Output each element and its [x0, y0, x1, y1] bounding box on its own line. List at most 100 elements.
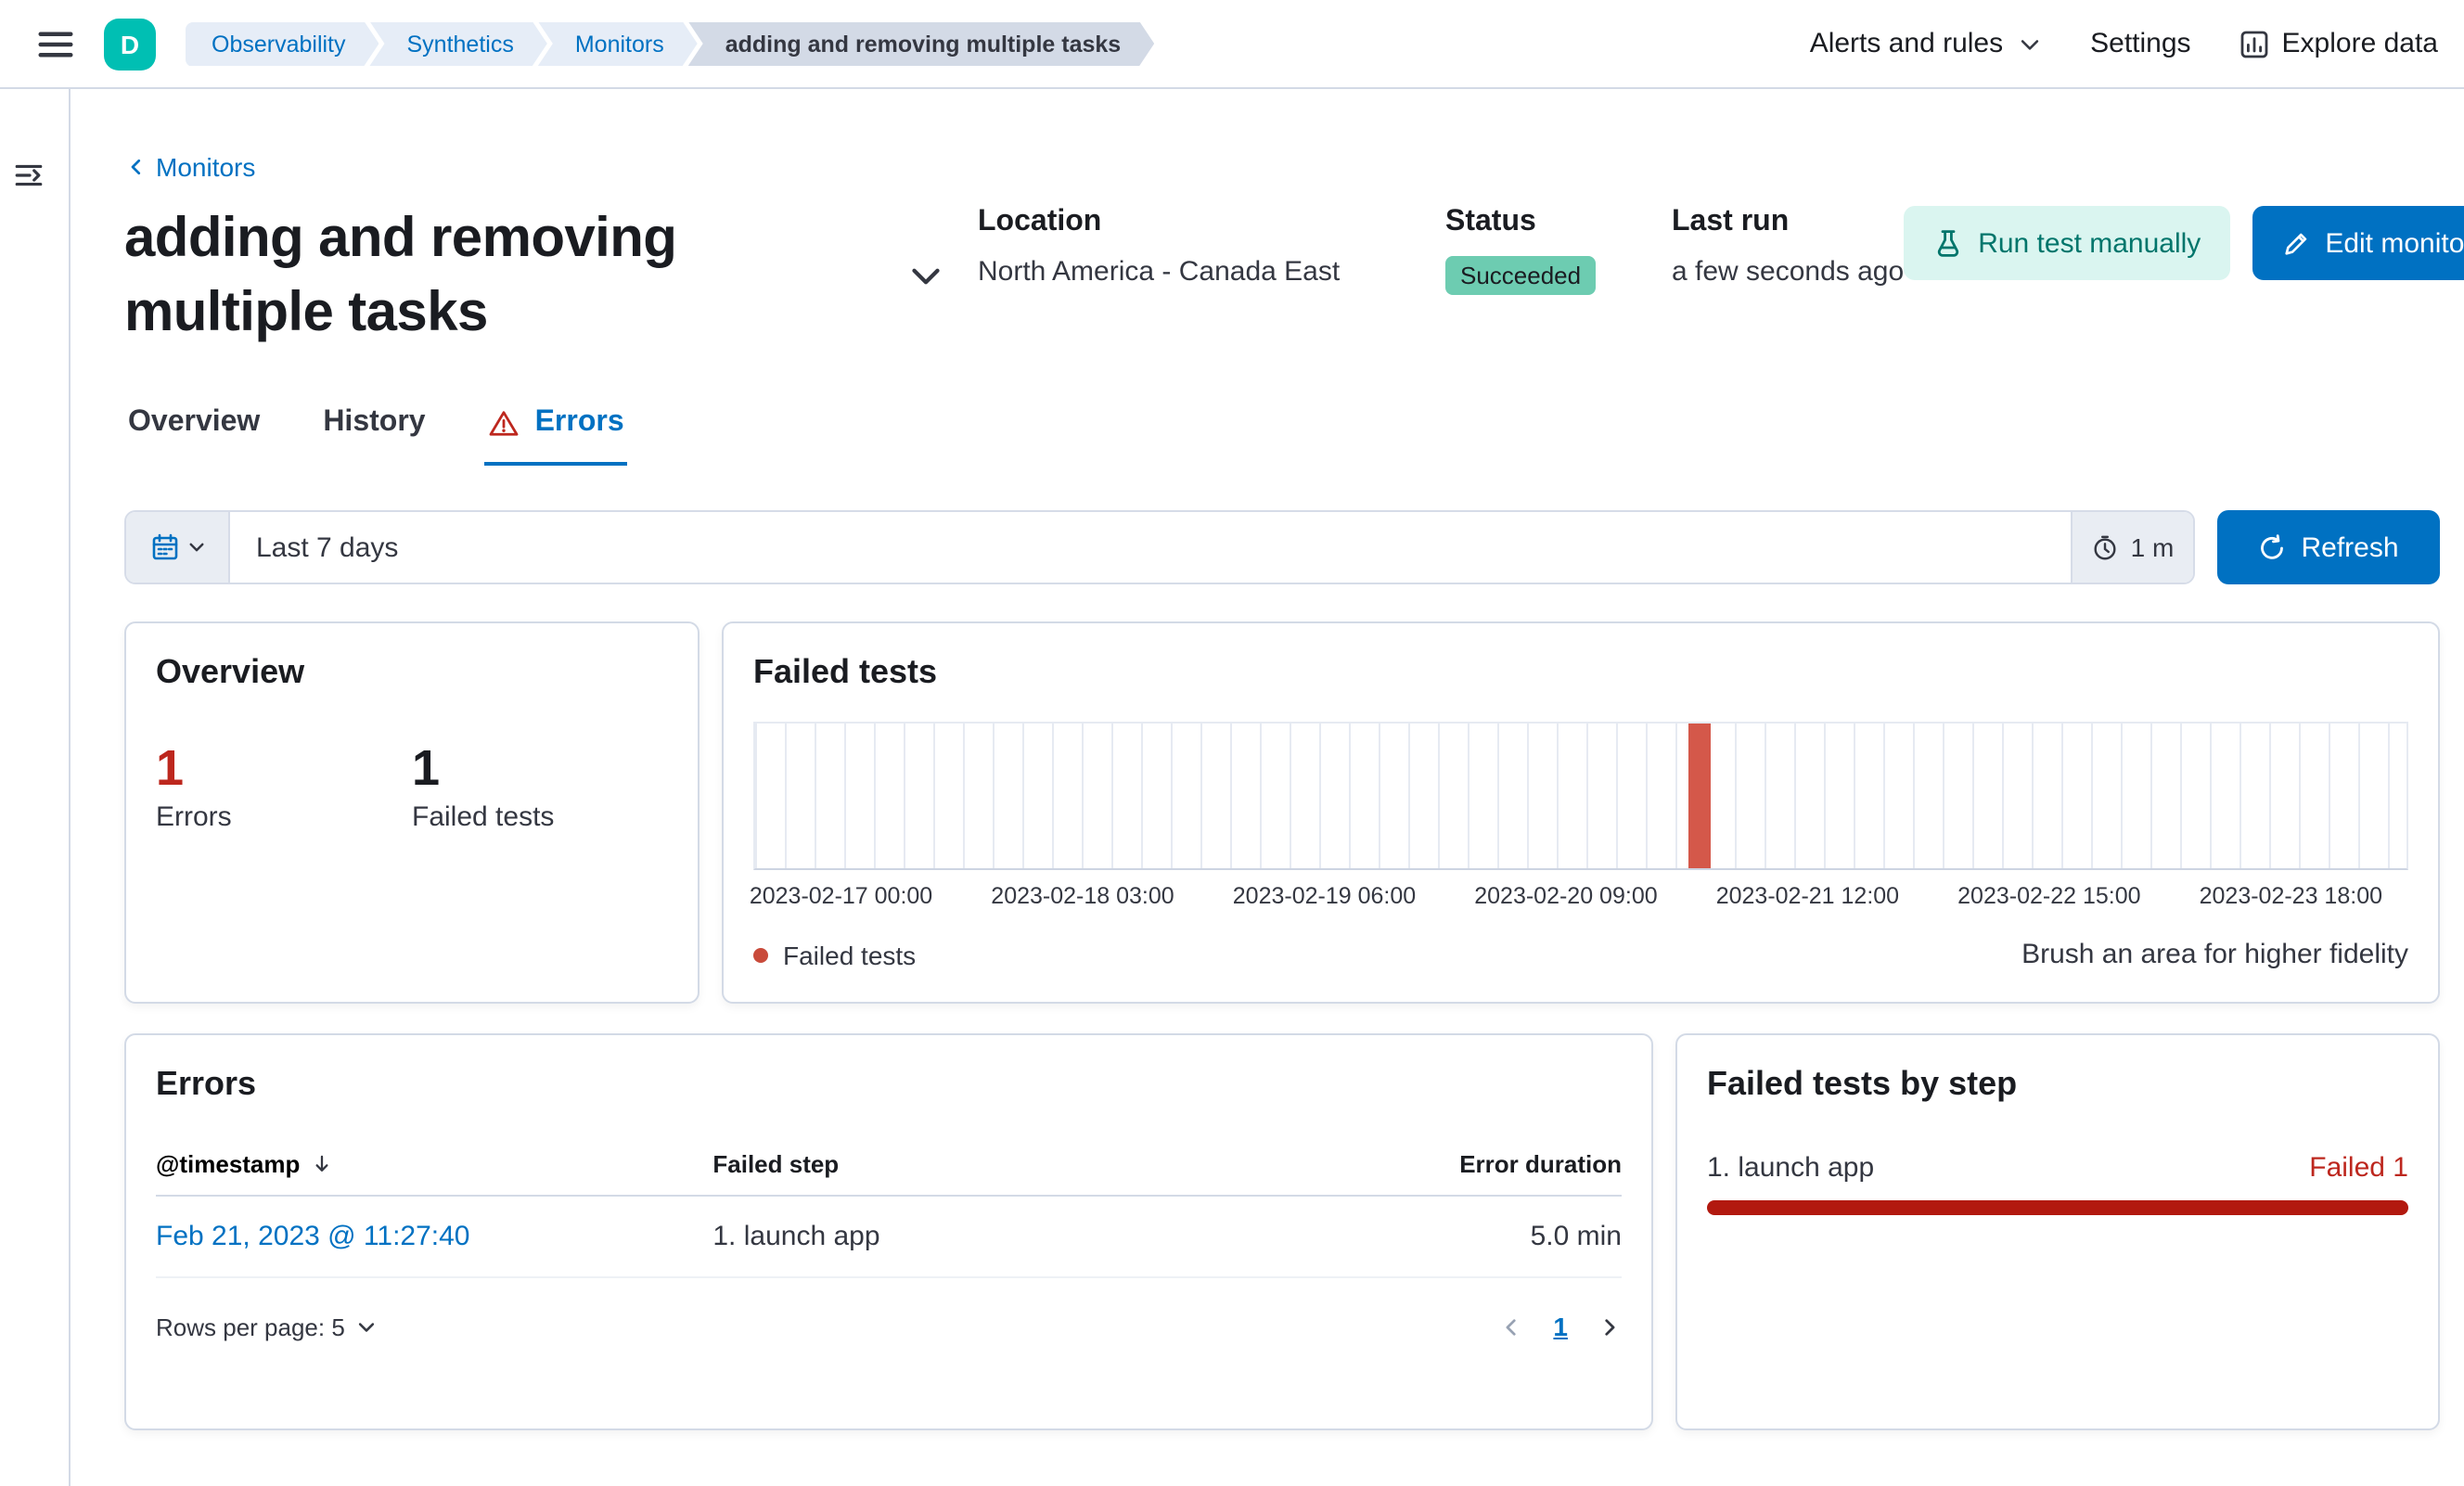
legend-label: Failed tests — [783, 940, 917, 969]
timestamp-column-header: @timestamp — [156, 1150, 301, 1178]
clock-icon — [2095, 534, 2117, 559]
brush-hint-text: Brush an area for higher fidelity — [2021, 939, 2408, 970]
tab-history[interactable]: History — [319, 406, 429, 466]
top-header: D Observability Synthetics Monitors addi… — [0, 0, 2464, 89]
failed-step-column-header: Failed step — [712, 1134, 1328, 1197]
x-tick-label: 2023-02-20 09:00 — [1474, 883, 1658, 909]
errors-table: @timestamp Failed step Error duration Fe… — [156, 1134, 1622, 1278]
failed-tests-card: Failed tests 2023-02-17 00:00 2023-02-18… — [722, 621, 2440, 1004]
errors-table-header-row: @timestamp Failed step Error duration — [156, 1134, 1622, 1197]
failed-tests-count-label: Failed tests — [412, 801, 555, 833]
menu-button[interactable] — [26, 14, 85, 73]
edit-monitor-button[interactable]: Edit monitor — [2252, 206, 2464, 280]
refresh-interval-button[interactable]: 1 m — [2071, 512, 2193, 583]
x-tick-label: 2023-02-18 03:00 — [991, 883, 1174, 909]
refresh-button[interactable]: Refresh — [2217, 510, 2440, 584]
sort-by-timestamp-button[interactable]: @timestamp — [156, 1150, 333, 1178]
chart-footer-row: Failed tests Brush an area for higher fi… — [753, 939, 2408, 970]
failed-tests-chart-brush-area[interactable] — [753, 722, 2408, 870]
chevron-right-icon — [1605, 1318, 1615, 1335]
error-duration-cell: 5.0 min — [1328, 1196, 1622, 1278]
overview-card-title: Overview — [156, 653, 305, 690]
expand-menu-icon — [14, 163, 42, 186]
error-timestamp-link[interactable]: Feb 21, 2023 @ 11:27:40 — [156, 1221, 470, 1252]
failed-tests-by-step-card: Failed tests by step 1. launch app Faile… — [1675, 1033, 2440, 1430]
tab-errors-label: Errors — [534, 406, 624, 438]
chevron-down-icon — [2020, 39, 2038, 49]
back-to-monitors-link[interactable]: Monitors — [124, 152, 255, 182]
location-label: Location — [978, 206, 1102, 237]
settings-label: Settings — [2090, 28, 2191, 59]
failed-tests-count: 1 — [412, 740, 441, 796]
legend-item-failed-tests[interactable]: Failed tests — [753, 940, 916, 969]
rows-per-page-button[interactable]: Rows per page: 5 — [156, 1313, 377, 1340]
calendar-icon — [151, 533, 177, 560]
expand-sidebar-button[interactable] — [12, 152, 57, 197]
breadcrumb-synthetics[interactable]: Synthetics — [370, 21, 547, 66]
overview-card: Overview 1 Errors 1 Failed tests — [124, 621, 699, 1004]
chevron-down-icon — [188, 543, 203, 552]
status-badge: Succeeded — [1445, 256, 1597, 295]
page-header-row: adding and removing multiple tasks Locat… — [124, 202, 2464, 351]
chevron-down-icon — [358, 1322, 374, 1331]
step-row: 1. launch app Failed 1 — [1707, 1152, 2408, 1184]
settings-link[interactable]: Settings — [2090, 28, 2190, 59]
alerts-and-rules-label: Alerts and rules — [1809, 28, 2004, 59]
error-failed-step-cell: 1. launch app — [712, 1196, 1328, 1278]
avatar-initial: D — [120, 29, 140, 58]
warning-triangle-icon — [490, 410, 519, 435]
hamburger-icon — [38, 31, 73, 57]
header-right-nav: Alerts and rules Settings Explore data — [1810, 28, 2438, 59]
step-progress-bar — [1707, 1200, 2408, 1215]
app-root: D Observability Synthetics Monitors addi… — [0, 0, 2464, 1486]
page-actions: Run test manually Edit monitor — [1904, 202, 2464, 280]
previous-page-button[interactable] — [1499, 1314, 1523, 1339]
legend-dot-icon — [753, 947, 768, 962]
page-body: Monitors adding and removing multiple ta… — [0, 89, 2464, 1486]
failed-tests-bar — [1688, 724, 1711, 868]
explore-data-link[interactable]: Explore data — [2239, 28, 2438, 59]
x-tick-label: 2023-02-23 18:00 — [2199, 883, 2383, 909]
space-avatar[interactable]: D — [104, 18, 156, 70]
last-run-value: a few seconds ago — [1672, 256, 1905, 288]
date-quick-select-button[interactable] — [126, 512, 230, 583]
tab-overview[interactable]: Overview — [124, 406, 263, 466]
pencil-icon — [2285, 232, 2307, 254]
x-tick-label: 2023-02-22 15:00 — [1957, 883, 2141, 909]
monitor-select-caret[interactable] — [907, 258, 944, 295]
errors-card: Errors @timestamp Failed step Error dura… — [124, 1033, 1653, 1430]
refresh-icon — [2261, 533, 2284, 558]
breadcrumb-monitors[interactable]: Monitors — [538, 21, 698, 66]
breadcrumb-observability[interactable]: Observability — [186, 21, 379, 66]
edit-monitor-label: Edit monitor — [2325, 227, 2464, 259]
run-test-manually-button[interactable]: Run test manually — [1904, 206, 2231, 280]
chevron-left-icon — [131, 159, 141, 175]
sort-descending-icon — [314, 1155, 327, 1172]
date-range-label: Last 7 days — [256, 532, 399, 563]
beaker-icon — [1938, 230, 1959, 257]
monitor-tabs: Overview History Errors — [124, 406, 2440, 466]
alerts-and-rules-menu[interactable]: Alerts and rules — [1810, 28, 2042, 59]
monitor-meta: Location North America - Canada East Sta… — [978, 202, 1904, 295]
chevron-down-icon — [912, 268, 940, 285]
next-page-button[interactable] — [1598, 1314, 1622, 1339]
errors-count: 1 — [156, 740, 185, 796]
page-number-1[interactable]: 1 — [1553, 1312, 1568, 1341]
refresh-interval-label: 1 m — [2130, 532, 2175, 562]
date-range-display[interactable]: Last 7 days — [230, 512, 2071, 583]
x-tick-label: 2023-02-21 12:00 — [1715, 883, 1900, 909]
failed-tests-stat: 1 Failed tests — [412, 740, 668, 833]
tab-errors[interactable]: Errors — [484, 406, 628, 466]
meta-last-run: Last run a few seconds ago — [1672, 206, 1904, 295]
chevron-left-icon — [1506, 1318, 1517, 1335]
back-link-label: Monitors — [156, 152, 256, 182]
error-duration-column-header: Error duration — [1328, 1134, 1622, 1197]
step-label: 1. launch app — [1707, 1152, 1875, 1184]
status-label: Status — [1445, 206, 1536, 237]
errors-card-title: Errors — [156, 1065, 257, 1102]
breadcrumb: Observability Synthetics Monitors adding… — [186, 21, 1154, 66]
failed-steps-card-title: Failed tests by step — [1707, 1065, 2018, 1102]
overview-stats: 1 Errors 1 Failed tests — [156, 740, 668, 833]
refresh-label: Refresh — [2301, 532, 2399, 563]
pagination: 1 — [1499, 1312, 1622, 1341]
